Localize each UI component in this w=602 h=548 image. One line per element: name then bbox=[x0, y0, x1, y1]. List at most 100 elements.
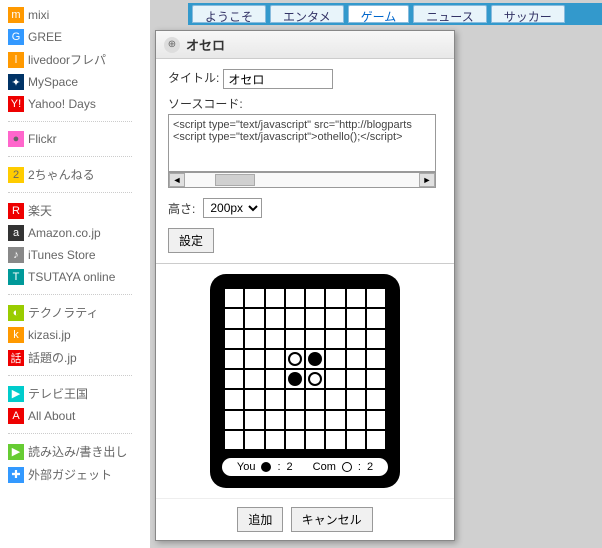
board-cell[interactable] bbox=[346, 389, 366, 409]
board-cell[interactable] bbox=[325, 389, 345, 409]
board-cell[interactable] bbox=[325, 308, 345, 328]
board-cell[interactable] bbox=[265, 389, 285, 409]
scroll-right-button[interactable]: ► bbox=[419, 173, 435, 187]
board-cell[interactable] bbox=[265, 410, 285, 430]
board-cell[interactable] bbox=[325, 349, 345, 369]
sidebar-item[interactable]: ✚外部ガジェット bbox=[8, 463, 132, 486]
board-cell[interactable] bbox=[305, 288, 325, 308]
board-cell[interactable] bbox=[285, 389, 305, 409]
sidebar-item[interactable]: 22ちゃんねる bbox=[8, 163, 132, 186]
board-cell[interactable] bbox=[366, 288, 386, 308]
board-cell[interactable] bbox=[244, 389, 264, 409]
tab[interactable]: サッカー bbox=[491, 5, 565, 23]
board-cell[interactable] bbox=[325, 369, 345, 389]
othello-board[interactable] bbox=[222, 286, 388, 452]
board-cell[interactable] bbox=[285, 369, 305, 389]
sidebar-item[interactable]: ▶テレビ王国 bbox=[8, 382, 132, 405]
tab[interactable]: ゲーム bbox=[348, 5, 410, 23]
board-cell[interactable] bbox=[224, 389, 244, 409]
board-cell[interactable] bbox=[285, 349, 305, 369]
board-cell[interactable] bbox=[366, 410, 386, 430]
board-cell[interactable] bbox=[305, 389, 325, 409]
sidebar-item[interactable]: aAmazon.co.jp bbox=[8, 222, 132, 244]
board-cell[interactable] bbox=[244, 349, 264, 369]
board-cell[interactable] bbox=[265, 308, 285, 328]
board-cell[interactable] bbox=[366, 349, 386, 369]
board-cell[interactable] bbox=[244, 329, 264, 349]
board-cell[interactable] bbox=[285, 308, 305, 328]
board-cell[interactable] bbox=[346, 308, 366, 328]
board-cell[interactable] bbox=[244, 308, 264, 328]
sidebar-item[interactable]: mmixi bbox=[8, 4, 132, 26]
sidebar-item[interactable]: ▶読み込み/書き出し bbox=[8, 440, 132, 463]
board-cell[interactable] bbox=[366, 430, 386, 450]
board-cell[interactable] bbox=[305, 329, 325, 349]
board-cell[interactable] bbox=[224, 349, 244, 369]
board-cell[interactable] bbox=[224, 308, 244, 328]
sidebar-item[interactable]: ●Flickr bbox=[8, 128, 132, 150]
board-cell[interactable] bbox=[366, 389, 386, 409]
settings-button[interactable]: 設定 bbox=[168, 228, 214, 253]
scroll-left-button[interactable]: ◄ bbox=[169, 173, 185, 187]
sidebar-item[interactable]: ✦MySpace bbox=[8, 71, 132, 93]
board-cell[interactable] bbox=[346, 349, 366, 369]
board-cell[interactable] bbox=[305, 349, 325, 369]
tab[interactable]: エンタメ bbox=[270, 5, 344, 23]
board-cell[interactable] bbox=[285, 329, 305, 349]
cancel-button[interactable]: キャンセル bbox=[291, 507, 373, 532]
you-score: 2 bbox=[287, 461, 293, 473]
board-cell[interactable] bbox=[346, 288, 366, 308]
board-cell[interactable] bbox=[305, 308, 325, 328]
board-cell[interactable] bbox=[224, 410, 244, 430]
board-cell[interactable] bbox=[224, 430, 244, 450]
sidebar-item[interactable]: kkizasi.jp bbox=[8, 324, 132, 346]
board-cell[interactable] bbox=[305, 430, 325, 450]
sidebar-item[interactable]: ◐テクノラティ bbox=[8, 301, 132, 324]
horizontal-scrollbar[interactable]: ◄ ► bbox=[168, 172, 436, 188]
add-button[interactable]: 追加 bbox=[237, 507, 283, 532]
scroll-track[interactable] bbox=[185, 173, 419, 187]
board-cell[interactable] bbox=[265, 430, 285, 450]
title-input[interactable] bbox=[223, 69, 333, 89]
board-cell[interactable] bbox=[305, 369, 325, 389]
sidebar-item[interactable]: llivedoorフレパ bbox=[8, 48, 132, 71]
board-cell[interactable] bbox=[366, 308, 386, 328]
scroll-thumb[interactable] bbox=[215, 174, 255, 186]
sidebar-item[interactable]: TTSUTAYA online bbox=[8, 266, 132, 288]
board-cell[interactable] bbox=[325, 329, 345, 349]
board-cell[interactable] bbox=[346, 329, 366, 349]
board-cell[interactable] bbox=[224, 369, 244, 389]
board-cell[interactable] bbox=[325, 430, 345, 450]
board-cell[interactable] bbox=[346, 410, 366, 430]
board-cell[interactable] bbox=[244, 369, 264, 389]
board-cell[interactable] bbox=[265, 288, 285, 308]
board-cell[interactable] bbox=[285, 288, 305, 308]
sidebar-item[interactable]: Y!Yahoo! Days bbox=[8, 93, 132, 115]
board-cell[interactable] bbox=[244, 288, 264, 308]
board-cell[interactable] bbox=[325, 410, 345, 430]
board-cell[interactable] bbox=[265, 349, 285, 369]
sidebar-item[interactable]: R楽天 bbox=[8, 199, 132, 222]
source-textarea[interactable]: <script type="text/javascript" src="http… bbox=[168, 114, 436, 172]
sidebar-item[interactable]: 話話題の.jp bbox=[8, 346, 132, 369]
sidebar-item[interactable]: AAll About bbox=[8, 405, 132, 427]
board-cell[interactable] bbox=[224, 329, 244, 349]
board-cell[interactable] bbox=[244, 430, 264, 450]
board-cell[interactable] bbox=[244, 410, 264, 430]
tab[interactable]: ようこそ bbox=[192, 5, 266, 23]
board-cell[interactable] bbox=[285, 410, 305, 430]
board-cell[interactable] bbox=[265, 329, 285, 349]
sidebar-item[interactable]: ♪iTunes Store bbox=[8, 244, 132, 266]
sidebar-item[interactable]: GGREE bbox=[8, 26, 132, 48]
board-cell[interactable] bbox=[285, 430, 305, 450]
board-cell[interactable] bbox=[366, 329, 386, 349]
tab[interactable]: ニュース bbox=[413, 5, 486, 23]
board-cell[interactable] bbox=[265, 369, 285, 389]
board-cell[interactable] bbox=[325, 288, 345, 308]
board-cell[interactable] bbox=[224, 288, 244, 308]
board-cell[interactable] bbox=[346, 430, 366, 450]
height-select[interactable]: 200px bbox=[203, 198, 262, 218]
board-cell[interactable] bbox=[346, 369, 366, 389]
board-cell[interactable] bbox=[366, 369, 386, 389]
board-cell[interactable] bbox=[305, 410, 325, 430]
